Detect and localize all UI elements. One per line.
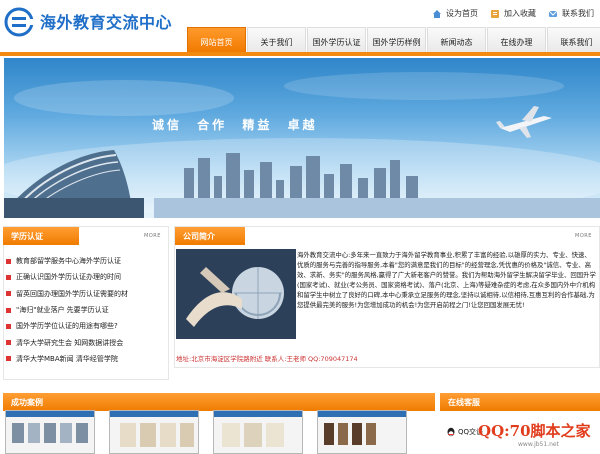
contact-us-label: 联系我们 <box>562 9 594 18</box>
news-item-label: 清华大学MBA新闻 清华经管学院 <box>16 354 118 363</box>
bullet-icon <box>6 291 11 297</box>
contact-us-link[interactable]: 联系我们 <box>548 8 594 19</box>
nav-underline <box>0 52 600 56</box>
news-item-label: 教育部留学服务中心海外学历认证 <box>16 257 121 266</box>
case-thumbnail[interactable] <box>109 410 199 454</box>
set-homepage-link[interactable]: 设为首页 <box>432 8 478 19</box>
news-item[interactable]: 清华大学研究生会 知网数据讲授会 <box>6 334 166 350</box>
case-thumbnail[interactable] <box>213 410 303 454</box>
news-item[interactable]: 正确认识国外学历认证办理的时间 <box>6 269 166 285</box>
company-contact-info: 地址:北京市海淀区学院路附近 联系人:王老师 QQ:709047174 <box>176 355 358 363</box>
nav-news[interactable]: 新闻动态 <box>427 27 486 52</box>
company-title: 公司简介 <box>175 227 245 245</box>
page: 海外教育交流中心 设为首页 加入收藏 联系我们 网站首页 关于我们 国外学历认证… <box>0 0 600 454</box>
bullet-icon <box>6 258 11 264</box>
bullet-icon <box>6 356 11 362</box>
case-thumbnail[interactable] <box>317 410 407 454</box>
logo-icon <box>4 7 36 37</box>
banner-illustration <box>4 72 600 218</box>
watermark-text: QQ:70脚本之家 <box>478 422 591 440</box>
bullet-icon <box>6 274 11 280</box>
add-favorite-link[interactable]: 加入收藏 <box>490 8 536 19</box>
news-item-label: "海归"就业落户 先要学历认证 <box>16 306 109 315</box>
news-item-label: 国外学历学位认证的用途有哪些? <box>16 322 118 331</box>
certification-news-list: 教育部留学服务中心海外学历认证 正确认识国外学历认证办理的时间 留英回国办理国外… <box>6 253 166 367</box>
news-item[interactable]: 留英回国办理国外学历认证需要的材 <box>6 286 166 302</box>
news-item-label: 正确认识国外学历认证办理的时间 <box>16 273 121 282</box>
main-nav: 网站首页 关于我们 国外学历认证 国外学历样例 新闻动态 在线办理 联系我们 <box>186 27 600 52</box>
certification-more-link[interactable]: MORE <box>144 233 161 239</box>
watermark-url: www.jb51.net <box>518 441 559 448</box>
nav-certification[interactable]: 国外学历认证 <box>307 27 366 52</box>
service-title: 在线客服 <box>440 393 600 411</box>
set-homepage-label: 设为首页 <box>446 9 478 18</box>
case-thumbnail[interactable] <box>5 410 95 454</box>
contact-icon <box>548 10 558 17</box>
airplane-icon <box>496 106 552 138</box>
bullet-icon <box>6 323 11 329</box>
nav-contact[interactable]: 联系我们 <box>547 27 600 52</box>
company-more-link[interactable]: MORE <box>575 233 592 239</box>
news-item[interactable]: 教育部留学服务中心海外学历认证 <box>6 253 166 269</box>
nav-home[interactable]: 网站首页 <box>187 27 246 52</box>
banner: 诚信 合作 精益 卓越 <box>4 58 600 218</box>
cases-gallery <box>3 410 433 454</box>
bullet-icon <box>6 307 11 313</box>
company-image <box>176 249 296 339</box>
logo-text: 海外教育交流中心 <box>40 13 173 32</box>
top-links: 设为首页 加入收藏 联系我们 <box>432 8 594 19</box>
certification-title: 学历认证 <box>3 227 79 245</box>
news-item-label: 留英回国办理国外学历认证需要的材 <box>16 289 128 298</box>
cases-title: 成功案例 <box>3 393 435 411</box>
bullet-icon <box>6 340 11 346</box>
add-favorite-label: 加入收藏 <box>504 9 536 18</box>
news-item[interactable]: 国外学历学位认证的用途有哪些? <box>6 318 166 334</box>
nav-samples[interactable]: 国外学历样例 <box>367 27 426 52</box>
banner-slogan: 诚信 合作 精益 卓越 <box>152 118 318 132</box>
home-icon <box>433 9 441 18</box>
company-description: 海外教育交流中心:多年来一直致力于海外留学教育事业,积累了丰富的经验,以雄厚的实… <box>297 251 596 309</box>
nav-about[interactable]: 关于我们 <box>247 27 306 52</box>
news-item-label: 清华大学研究生会 知网数据讲授会 <box>16 338 124 347</box>
logo[interactable]: 海外教育交流中心 <box>4 3 172 37</box>
bookmark-icon <box>491 9 499 18</box>
qq-icon <box>447 427 455 437</box>
news-item[interactable]: "海归"就业落户 先要学历认证 <box>6 302 166 318</box>
news-item[interactable]: 清华大学MBA新闻 清华经管学院 <box>6 351 166 367</box>
nav-online[interactable]: 在线办理 <box>487 27 546 52</box>
